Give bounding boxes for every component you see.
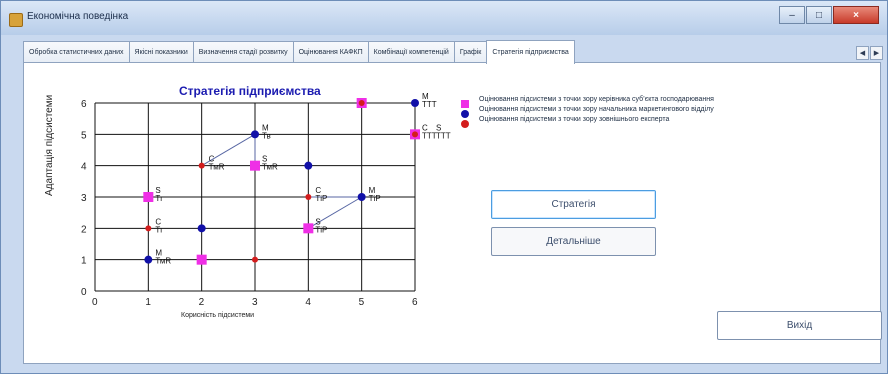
x-tick-label: 4 <box>305 297 311 308</box>
point-label: ТіР <box>315 225 327 234</box>
series-circle-point <box>412 131 418 138</box>
point-label: ТмR <box>209 163 225 172</box>
details-button[interactable]: Детальніше <box>491 227 656 256</box>
chart-connectors <box>201 133 362 229</box>
series-square-point <box>143 192 154 202</box>
series-circle-point <box>251 130 259 139</box>
series-circle-point <box>198 162 205 169</box>
minimize-button[interactable]: – <box>779 6 805 24</box>
series-circle-point <box>305 194 312 200</box>
y-tick-label: 6 <box>81 99 87 110</box>
series-circle-point <box>197 224 206 233</box>
exit-button[interactable]: Вихід <box>717 311 882 340</box>
y-axis-label: Адаптація підсистеми <box>44 94 55 196</box>
point-label: ТмR <box>155 257 171 266</box>
tab-prev-icon[interactable]: ◀ <box>856 46 869 60</box>
y-tick-label: 2 <box>81 224 87 235</box>
legend-text: Оцінювання підсистеми з точки зору начал… <box>479 106 714 113</box>
chart-legend: Оцінювання підсистеми з точки зору керів… <box>461 96 716 128</box>
point-label: ТТТ <box>436 131 451 140</box>
x-tick-label: 5 <box>359 297 365 308</box>
point-label: ТТТ <box>422 131 437 140</box>
y-tick-label: 3 <box>81 193 87 204</box>
tab-graph[interactable]: Графік <box>453 41 488 62</box>
tab-competence-combinations[interactable]: Комбінації компетенцій <box>367 41 455 62</box>
title-bar: Економічна поведінка – □ × <box>1 1 887 35</box>
x-tick-label: 3 <box>252 297 258 308</box>
chart-point-labels: SТгСТгМТмRСТмRМТвSТмRСТіРSТіРМТіРМТТТСТТ… <box>155 92 450 266</box>
series-circle-point <box>252 256 258 263</box>
series-circle-point <box>358 100 365 106</box>
legend-text: Оцінювання підсистеми з точки зору зовні… <box>479 116 670 123</box>
window-title: Економічна поведінка <box>27 11 129 22</box>
series-square-point <box>250 160 260 171</box>
series-square-point <box>196 254 207 265</box>
point-label: Тг <box>155 225 163 234</box>
y-tick-label: 5 <box>81 130 87 141</box>
y-tick-label: 0 <box>81 287 87 298</box>
legend-item-manager: Оцінювання підсистеми з точки зору керів… <box>461 96 716 108</box>
tab-next-icon[interactable]: ▶ <box>870 46 883 60</box>
point-label: ТмR <box>262 163 278 172</box>
tab-strip: Обробка статистичних даних Якісні показн… <box>23 40 575 64</box>
x-tick-label: 2 <box>199 297 205 308</box>
point-label: Тв <box>262 131 271 140</box>
x-tick-label: 1 <box>145 297 151 308</box>
tab-enterprise-strategy[interactable]: Стратегія підприємства <box>486 40 575 64</box>
legend-circle-icon <box>461 120 469 128</box>
series-circle-point <box>144 255 153 264</box>
app-icon <box>9 13 23 27</box>
series-circle-point <box>411 99 419 107</box>
legend-item-expert: Оцінювання підсистеми з точки зору зовні… <box>461 116 716 128</box>
legend-item-marketing: Оцінювання підсистеми з точки зору начал… <box>461 106 716 118</box>
y-tick-label: 1 <box>81 256 87 267</box>
point-label: ТіР <box>315 194 327 203</box>
chart-points <box>143 98 420 265</box>
window-controls: – □ × <box>779 6 879 24</box>
y-tick-label: 4 <box>81 162 87 173</box>
tab-navigation: ◀ ▶ <box>856 46 883 60</box>
series-circle-point <box>357 193 366 201</box>
strategy-button[interactable]: Стратегія <box>491 190 656 219</box>
point-label: ТТТ <box>422 100 437 109</box>
x-axis-label: Корисність підсистеми <box>181 312 255 319</box>
point-label: Тг <box>155 194 163 203</box>
point-label: ТіР <box>369 194 381 203</box>
tab-kafkp[interactable]: Оцінювання КАФКП <box>292 41 369 62</box>
x-tick-label: 6 <box>412 297 418 308</box>
tab-statistics[interactable]: Обробка статистичних даних <box>23 41 130 62</box>
tab-quality-indicators[interactable]: Якісні показники <box>128 41 194 62</box>
tab-development-stage[interactable]: Визначення стадії розвитку <box>192 41 294 62</box>
series-circle-point <box>145 225 152 232</box>
series-square-point <box>303 223 314 234</box>
chart-title: Стратегія підприємства <box>179 84 321 98</box>
application-window: Економічна поведінка – □ × Обробка стати… <box>0 0 888 374</box>
strategy-chart: Стратегія підприємства 0 1 2 3 4 5 6 0 1 2 3 4 5 6 SТ… <box>81 84 451 308</box>
x-tick-label: 0 <box>92 297 98 308</box>
maximize-button[interactable]: □ <box>806 6 832 24</box>
close-button[interactable]: × <box>833 6 879 24</box>
chart-axes: 0 1 2 3 4 5 6 0 1 2 3 4 5 6 <box>81 99 418 308</box>
series-circle-point <box>304 161 313 170</box>
legend-text: Оцінювання підсистеми з точки зору керів… <box>479 96 714 103</box>
